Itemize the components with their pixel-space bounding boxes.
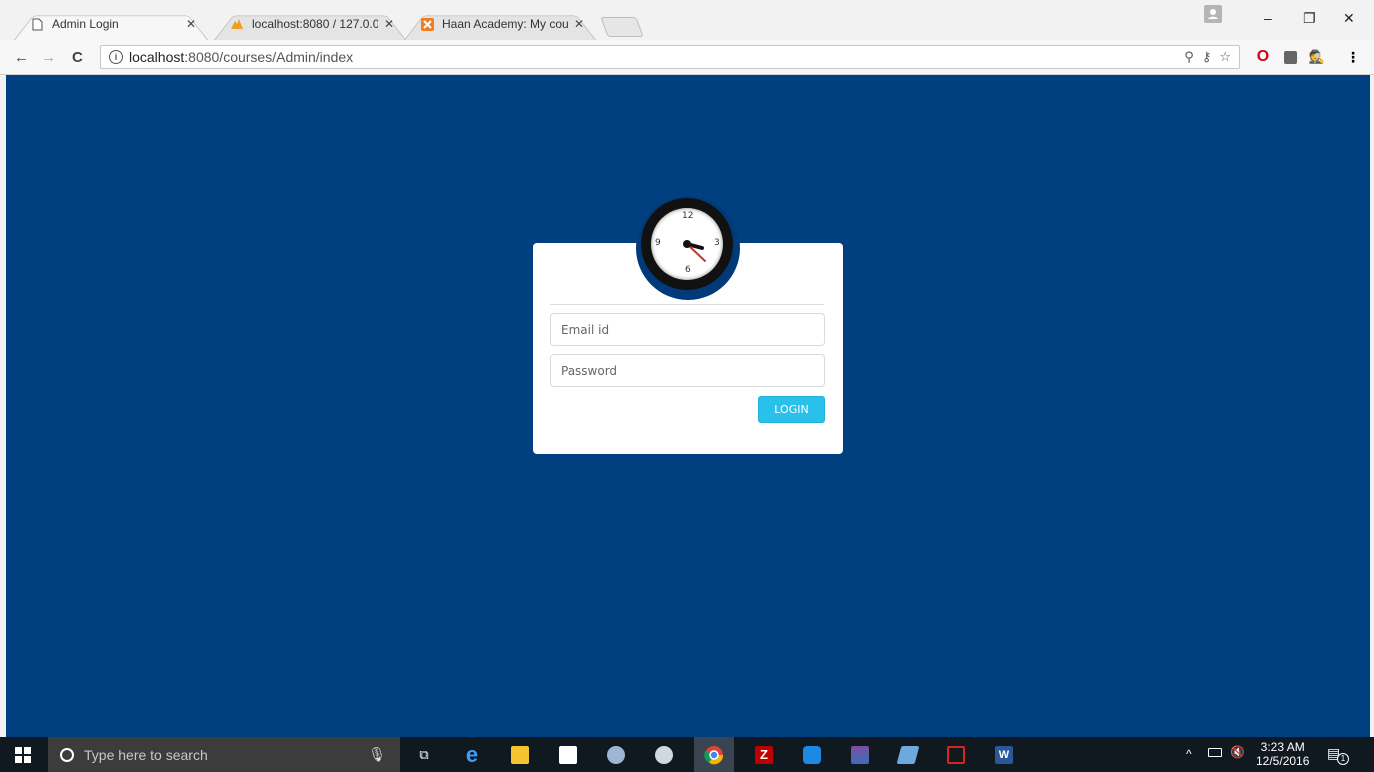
tab-haan-academy[interactable]: Haan Academy: My cour ✕ (404, 8, 596, 40)
tab-title: localhost:8080 / 127.0.0.1 (252, 17, 378, 31)
clock-tray[interactable]: 3:23 AM 12/5/2016 (1256, 740, 1309, 768)
paint-icon[interactable] (602, 737, 630, 772)
windows-start-icon[interactable] (0, 737, 46, 772)
notification-badge: 1 (1337, 753, 1349, 765)
address-bar[interactable]: i localhost:8080/courses/Admin/index ⚲ ⚷… (100, 45, 1240, 69)
edge-icon[interactable]: e (458, 737, 486, 772)
password-field[interactable] (550, 354, 825, 387)
filezilla-icon[interactable]: Z (750, 737, 778, 772)
url-path: :8080/courses/Admin/index (184, 49, 354, 65)
tray-chevron-icon[interactable]: ^ (1186, 747, 1192, 761)
bookmark-star-icon[interactable]: ☆ (1219, 49, 1231, 65)
tab-title: Haan Academy: My cour (442, 17, 568, 31)
winrar-icon[interactable] (846, 737, 874, 772)
clock-hands (683, 240, 706, 262)
minimize-icon[interactable]: – (1264, 10, 1272, 26)
tab-phpmyadmin[interactable]: localhost:8080 / 127.0.0.1 ✕ (214, 8, 406, 40)
search-placeholder: Type here to search (84, 746, 208, 763)
windows-taskbar: Type here to search 🎙 ⧉ e Z W ^ 🔇 3:23 A… (0, 737, 1374, 772)
email-field[interactable] (550, 313, 825, 346)
url-host: localhost (129, 49, 185, 65)
browser-toolbar: ← → C i localhost:8080/courses/Admin/ind… (0, 40, 1374, 75)
cortana-icon (60, 747, 74, 762)
word-icon[interactable]: W (990, 737, 1018, 772)
tab-admin-login[interactable]: Admin Login ✕ (14, 8, 208, 40)
store-icon[interactable] (554, 737, 582, 772)
xampp-icon (420, 17, 434, 31)
login-button[interactable]: LOGIN (758, 396, 825, 423)
phpmyadmin-icon (230, 17, 244, 31)
teamviewer-icon[interactable] (798, 737, 826, 772)
new-tab-button[interactable] (600, 17, 644, 37)
notepad-icon[interactable] (894, 737, 922, 772)
tray-date: 12/5/2016 (1256, 754, 1310, 768)
profile-icon[interactable] (1204, 5, 1222, 23)
close-window-icon[interactable]: ✕ (1343, 10, 1355, 27)
page-icon (30, 17, 44, 31)
clock-icon: 12 3 6 9 (641, 198, 733, 290)
close-tab-icon[interactable]: ✕ (384, 17, 394, 31)
taskbar-search[interactable]: Type here to search 🎙 (48, 737, 400, 772)
volume-icon[interactable]: 🔇 (1230, 745, 1245, 759)
tab-title: Admin Login (52, 17, 119, 31)
key-icon[interactable]: ⚷ (1202, 49, 1212, 65)
info-icon[interactable]: i (109, 50, 123, 64)
acrobat-icon[interactable] (942, 737, 970, 772)
extension-icon[interactable] (1281, 48, 1299, 66)
menu-icon[interactable]: ⋮ (1344, 48, 1362, 66)
task-view-icon[interactable]: ⧉ (410, 737, 438, 772)
extension-spy-icon[interactable]: 🕵 (1308, 48, 1326, 66)
clock-logo: 12 3 6 9 (636, 196, 740, 300)
zoom-icon[interactable]: ⚲ (1184, 49, 1194, 65)
back-arrow-icon[interactable]: ← (14, 49, 29, 66)
chrome-icon[interactable] (694, 737, 734, 772)
snipping-tool-icon[interactable] (650, 737, 678, 772)
close-tab-icon[interactable]: ✕ (574, 17, 584, 31)
close-tab-icon[interactable]: ✕ (186, 17, 196, 31)
page-background: LOGIN 12 3 6 9 (6, 75, 1370, 737)
divider (550, 304, 824, 305)
microphone-icon[interactable]: 🎙 (368, 746, 386, 763)
tab-strip: Admin Login ✕ localhost:8080 / 127.0.0.1… (0, 0, 1374, 40)
restore-icon[interactable]: ❐ (1303, 10, 1316, 27)
tray-time: 3:23 AM (1260, 740, 1305, 754)
battery-icon[interactable] (1208, 748, 1222, 757)
action-center-icon[interactable]: ▤ 1 (1327, 745, 1349, 765)
forward-arrow-icon[interactable]: → (41, 49, 56, 66)
opera-icon[interactable]: O (1254, 48, 1272, 66)
file-explorer-icon[interactable] (506, 737, 534, 772)
reload-icon[interactable]: C (72, 49, 83, 66)
